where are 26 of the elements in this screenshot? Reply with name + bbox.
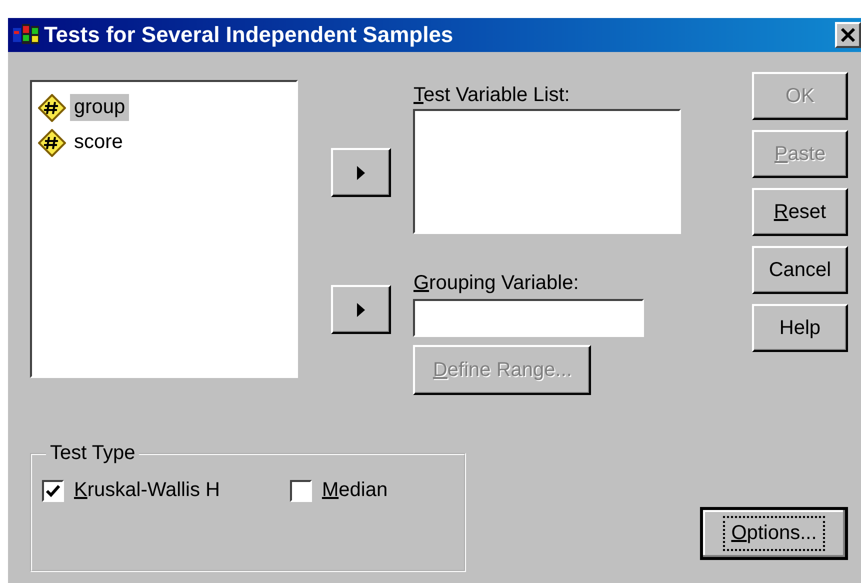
group-title: Test Type — [49, 442, 136, 465]
close-button[interactable] — [835, 22, 861, 48]
move-right-button[interactable] — [331, 148, 392, 197]
dialog-button[interactable]: Reset — [752, 188, 848, 236]
checkbox-label: Kruskal-Wallis H — [74, 479, 220, 502]
field-label: Test Variable List: — [413, 84, 571, 107]
close-icon — [840, 27, 856, 43]
dialog-button[interactable]: Help — [752, 304, 848, 352]
numeric-variable-icon — [38, 128, 66, 156]
input-field[interactable] — [413, 299, 644, 337]
numeric-variable-icon — [38, 94, 66, 122]
variable-list[interactable]: group score — [30, 80, 298, 378]
move-right-button[interactable] — [331, 285, 392, 334]
options-button[interactable]: Options... — [700, 507, 848, 560]
variable-item[interactable]: group — [70, 94, 130, 121]
window-title: Tests for Several Independent Samples — [44, 22, 454, 48]
dialog-button[interactable]: Cancel — [752, 246, 848, 294]
checkbox-label: Median — [322, 479, 388, 502]
checkmark-icon — [45, 482, 61, 498]
variable-item[interactable]: score — [70, 129, 127, 156]
right-triangle-icon — [356, 164, 366, 180]
test-variable-list[interactable] — [413, 109, 682, 234]
checkbox[interactable] — [290, 480, 312, 502]
right-triangle-icon — [356, 302, 366, 318]
checkbox[interactable] — [42, 480, 64, 502]
field-label: Grouping Variable: — [413, 272, 580, 295]
